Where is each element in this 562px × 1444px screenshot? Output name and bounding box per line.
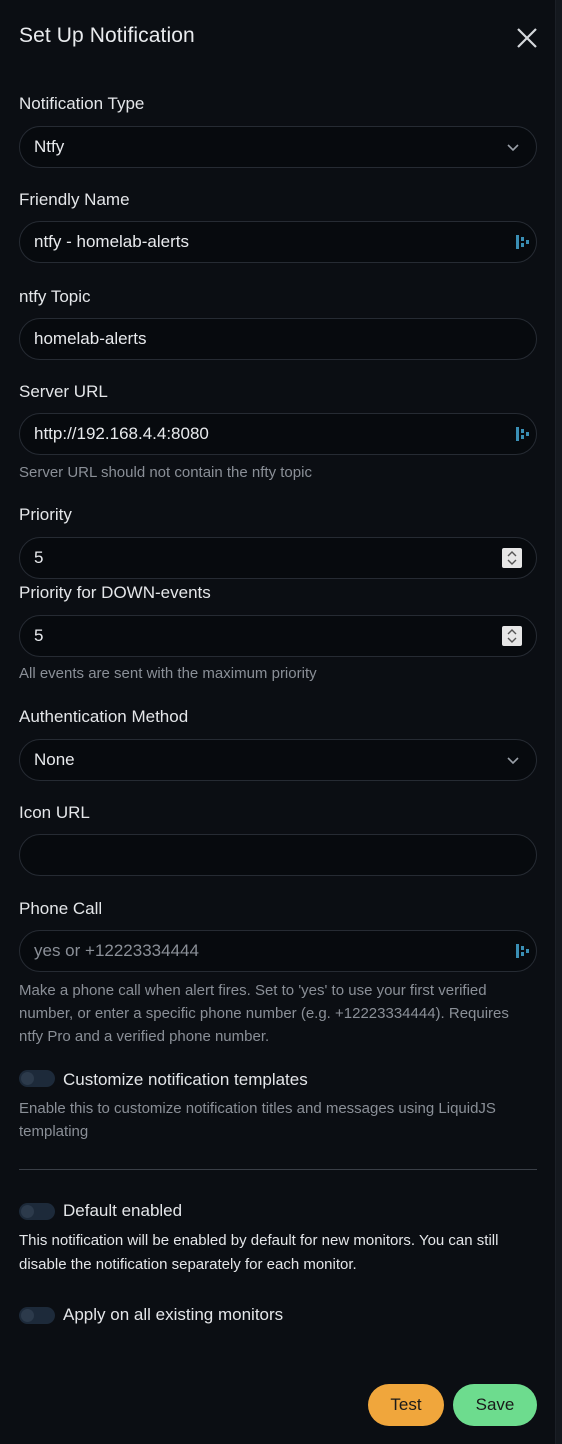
keypass-icon[interactable] xyxy=(516,943,530,959)
save-button[interactable]: Save xyxy=(453,1384,537,1426)
phone-call-help: Make a phone call when alert fires. Set … xyxy=(19,982,509,1045)
number-spinner-icon[interactable] xyxy=(502,548,522,568)
customize-templates-label: Customize notification templates xyxy=(63,1070,308,1089)
scroll-edge xyxy=(556,0,562,1444)
phone-call-input[interactable]: yes or +12223334444 xyxy=(19,930,537,972)
default-enabled-help: This notification will be enabled by def… xyxy=(19,1232,499,1273)
phone-call-placeholder: yes or +12223334444 xyxy=(34,941,199,960)
ntfy-topic-value: homelab-alerts xyxy=(34,329,147,348)
icon-url-label: Icon URL xyxy=(19,803,90,822)
keypass-icon[interactable] xyxy=(516,234,530,250)
auth-method-label: Authentication Method xyxy=(19,707,189,726)
priority-down-input[interactable]: 5 xyxy=(19,615,537,657)
number-spinner-icon[interactable] xyxy=(502,626,522,646)
keypass-icon[interactable] xyxy=(516,426,530,442)
server-url-label: Server URL xyxy=(19,382,108,401)
close-icon[interactable] xyxy=(513,24,541,52)
server-url-value: http://192.168.4.4:8080 xyxy=(34,424,209,443)
customize-templates-toggle[interactable] xyxy=(19,1070,55,1087)
friendly-name-input[interactable]: ntfy - homelab-alerts xyxy=(19,221,537,263)
server-url-help: Server URL should not contain the nfty t… xyxy=(19,464,312,481)
customize-templates-help: Enable this to customize notification ti… xyxy=(19,1100,496,1140)
auth-method-value: None xyxy=(34,750,75,769)
priority-input[interactable]: 5 xyxy=(19,537,537,579)
notification-dialog: Set Up Notification Notification Type Nt… xyxy=(0,0,556,1444)
ntfy-topic-input[interactable]: homelab-alerts xyxy=(19,318,537,360)
apply-existing-label: Apply on all existing monitors xyxy=(63,1305,284,1324)
chevron-down-icon xyxy=(507,144,519,152)
icon-url-input[interactable] xyxy=(19,834,537,876)
auth-method-select[interactable]: None xyxy=(19,739,537,781)
priority-down-label: Priority for DOWN-events xyxy=(19,583,211,602)
section-divider xyxy=(19,1169,537,1170)
priority-down-value: 5 xyxy=(34,626,44,645)
friendly-name-label: Friendly Name xyxy=(19,190,130,209)
default-enabled-label: Default enabled xyxy=(63,1201,183,1220)
chevron-down-icon xyxy=(507,757,519,765)
test-button[interactable]: Test xyxy=(368,1384,444,1426)
notification-type-value: Ntfy xyxy=(34,137,65,156)
friendly-name-value: ntfy - homelab-alerts xyxy=(34,232,189,251)
priority-down-help: All events are sent with the maximum pri… xyxy=(19,665,317,682)
notification-type-label: Notification Type xyxy=(19,94,145,113)
default-enabled-toggle[interactable] xyxy=(19,1203,55,1220)
apply-existing-toggle[interactable] xyxy=(19,1307,55,1324)
priority-value: 5 xyxy=(34,548,44,567)
notification-type-select[interactable]: Ntfy xyxy=(19,126,537,168)
server-url-input[interactable]: http://192.168.4.4:8080 xyxy=(19,413,537,455)
dialog-title: Set Up Notification xyxy=(19,24,195,47)
phone-call-label: Phone Call xyxy=(19,899,103,918)
ntfy-topic-label: ntfy Topic xyxy=(19,287,91,306)
priority-label: Priority xyxy=(19,505,72,524)
